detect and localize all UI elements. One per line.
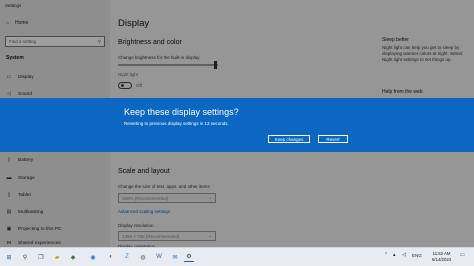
chrome-icon[interactable]: ◉ [88, 252, 98, 262]
clock[interactable]: 11:52 AM 6/14/2023 [432, 251, 451, 263]
notification-icon[interactable]: ▭ [460, 252, 465, 258]
network-icon[interactable]: ▴ [393, 252, 396, 258]
edge-icon[interactable]: ◐ [106, 252, 116, 262]
dialog-title: Keep these display settings? [124, 107, 239, 117]
start-icon[interactable]: ⊞ [4, 252, 14, 262]
revert-button[interactable]: Revert [318, 135, 348, 143]
app-icon-2[interactable]: ◍ [138, 252, 148, 262]
dialog-message: Reverting to previous display settings i… [124, 121, 229, 126]
zoom-icon[interactable]: Z [122, 252, 132, 262]
outlook-icon[interactable]: ✉ [170, 252, 180, 262]
file-explorer-icon[interactable]: ▰ [52, 252, 62, 262]
word-icon[interactable]: W [154, 252, 164, 262]
keep-settings-dialog: Keep these display settings? Reverting t… [0, 98, 474, 152]
language-indicator[interactable]: ENG [412, 253, 422, 258]
chevron-up-icon[interactable]: ⌃ [384, 252, 388, 258]
app-icon[interactable]: ◆ [68, 252, 78, 262]
task-view-icon[interactable]: ❐ [36, 252, 46, 262]
keep-changes-button[interactable]: Keep changes [268, 135, 310, 143]
volume-icon[interactable]: ◁ [402, 252, 406, 258]
clock-date: 6/14/2023 [432, 257, 452, 262]
search-icon[interactable]: ⚲ [20, 252, 30, 262]
taskbar: ⊞ ⚲ ❐ ▰ ◆ ◉ ◐ Z ◍ W ✉ ⚙ ⌃ ▴ ◁ ENG 11:52 … [0, 247, 474, 266]
settings-gear-icon[interactable]: ⚙ [184, 252, 194, 262]
